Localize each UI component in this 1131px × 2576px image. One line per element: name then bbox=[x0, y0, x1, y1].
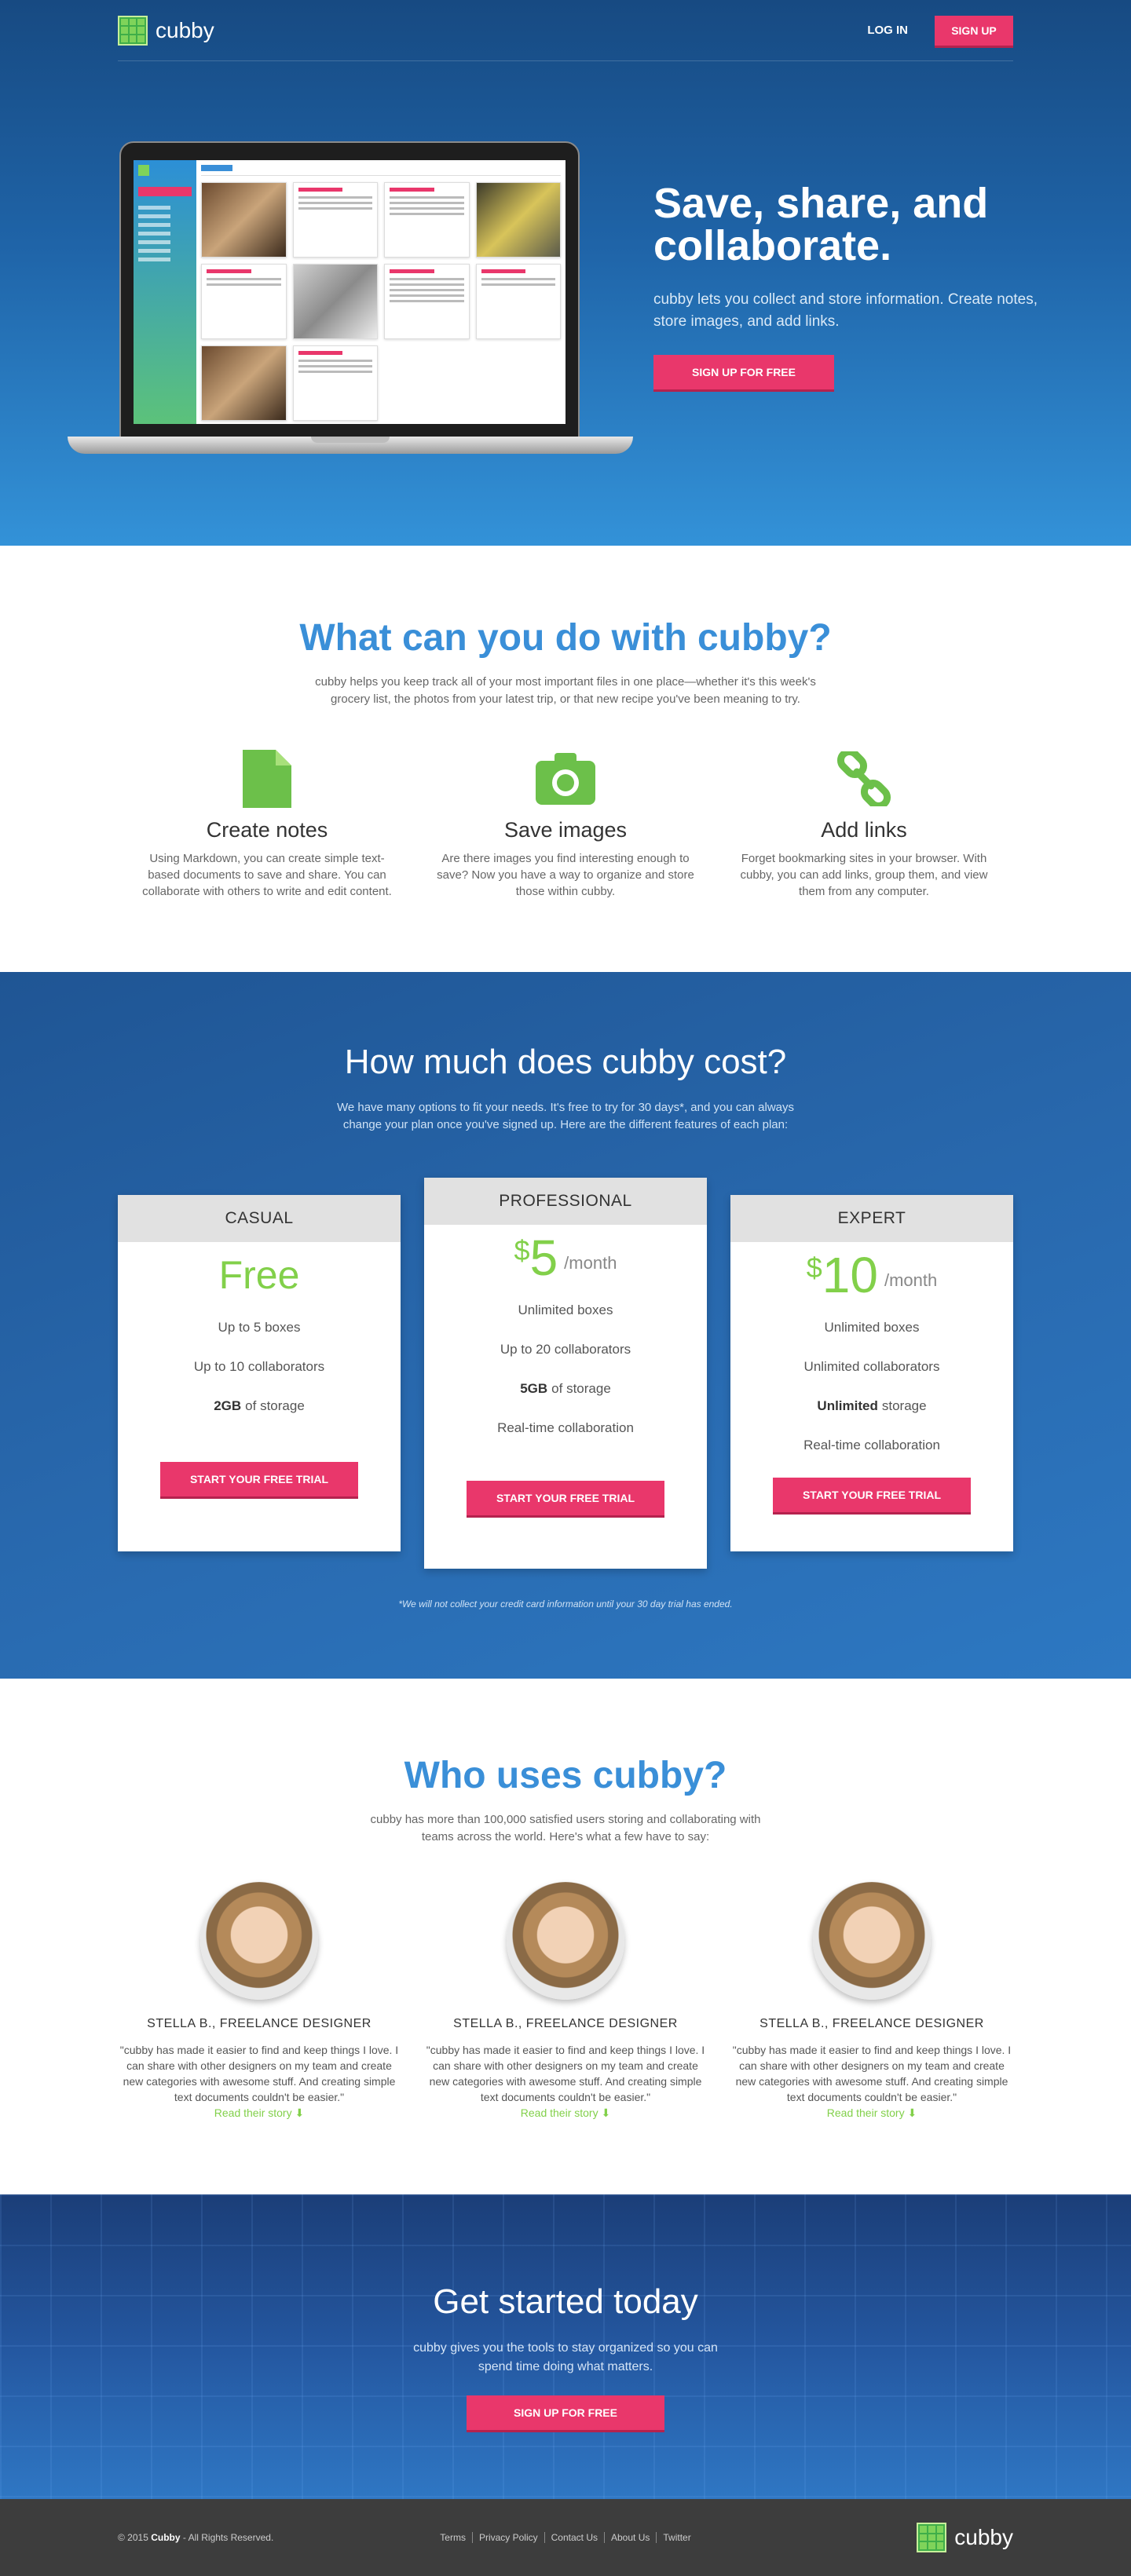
testimonials-subtitle: cubby has more than 100,000 satisfied us… bbox=[370, 1813, 761, 1843]
plan-period: /month bbox=[564, 1253, 617, 1273]
hero-section: cubby LOG IN SIGN UP Save, share, and co… bbox=[0, 0, 1131, 546]
footer-link-twitter[interactable]: Twitter bbox=[657, 2532, 697, 2543]
cubby-grid-icon bbox=[917, 2523, 947, 2552]
login-link[interactable]: LOG IN bbox=[867, 24, 908, 37]
cta-text: cubby gives you the tools to stay organi… bbox=[413, 2341, 718, 2373]
plan-name: CASUAL bbox=[118, 1195, 401, 1242]
plan-period: /month bbox=[884, 1270, 938, 1290]
pricing-subtitle: We have many options to fit your needs. … bbox=[336, 1101, 795, 1131]
footer-logo[interactable]: cubby bbox=[917, 2523, 1013, 2552]
plan-price: 5 bbox=[529, 1230, 558, 1286]
testimonial-quote: "cubby has made it easier to find and ke… bbox=[119, 2044, 399, 2103]
feature-text: Using Markdown, you can create simple te… bbox=[142, 852, 392, 898]
features-title: What can you do with cubby? bbox=[299, 617, 832, 659]
start-trial-button[interactable]: START YOUR FREE TRIAL bbox=[467, 1481, 664, 1515]
copyright: © 2015 Cubby - All Rights Reserved. bbox=[118, 2532, 274, 2543]
read-story-link[interactable]: Read their story ⬇ bbox=[730, 2106, 1013, 2120]
footer-link-privacy[interactable]: Privacy Policy bbox=[473, 2532, 545, 2543]
plan-feature: Real-time collaboration bbox=[803, 1438, 940, 1452]
plan-feature: Up to 20 collaborators bbox=[500, 1342, 631, 1357]
features-section: What can you do with cubby? cubby helps … bbox=[0, 546, 1131, 972]
testimonial-quote: "cubby has made it easier to find and ke… bbox=[732, 2044, 1012, 2103]
feature-title: Save images bbox=[503, 818, 628, 842]
plan-professional: PROFESSIONAL $ 5 /month Unlimited boxes … bbox=[424, 1178, 707, 1569]
plan-feature: Up to 10 collaborators bbox=[193, 1359, 325, 1374]
avatar bbox=[200, 1882, 318, 2000]
plan-feature: of storage bbox=[245, 1398, 305, 1413]
plan-casual: CASUAL Free Up to 5 boxes Up to 10 colla… bbox=[118, 1195, 401, 1551]
avatar bbox=[813, 1882, 931, 2000]
plan-currency: $ bbox=[514, 1234, 530, 1266]
hero-subtitle: cubby lets you collect and store informa… bbox=[653, 291, 1038, 330]
note-icon bbox=[135, 747, 399, 810]
cta-signup-button[interactable]: SIGN UP FOR FREE bbox=[467, 2395, 664, 2430]
plan-feature: storage bbox=[881, 1398, 927, 1413]
features-subtitle: cubby helps you keep track all of your m… bbox=[315, 675, 816, 706]
plan-feature: Real-time collaboration bbox=[497, 1420, 634, 1435]
feature-notes: Create notes Using Markdown, you can cre… bbox=[118, 747, 416, 900]
pricing-disclaimer: *We will not collect your credit card in… bbox=[398, 1599, 733, 1610]
plan-feature: Unlimited boxes bbox=[518, 1303, 613, 1317]
feature-text: Forget bookmarking sites in your browser… bbox=[740, 852, 988, 898]
read-story-link[interactable]: Read their story ⬇ bbox=[424, 2106, 707, 2120]
plan-price: Free bbox=[218, 1253, 300, 1297]
brand-name: cubby bbox=[156, 17, 214, 42]
signup-button[interactable]: SIGN UP bbox=[935, 15, 1013, 46]
testimonial-card: STELLA B., FREELANCE DESIGNER "cubby has… bbox=[424, 1882, 707, 2120]
testimonial-card: STELLA B., FREELANCE DESIGNER "cubby has… bbox=[730, 1882, 1013, 2120]
start-trial-button[interactable]: START YOUR FREE TRIAL bbox=[773, 1478, 971, 1512]
feature-title: Add links bbox=[821, 818, 907, 842]
testimonials-title: Who uses cubby? bbox=[404, 1755, 727, 1796]
plan-feature-strong: 2GB bbox=[214, 1398, 242, 1413]
footer-links: Terms Privacy Policy Contact Us About Us… bbox=[434, 2532, 697, 2543]
footer-link-contact[interactable]: Contact Us bbox=[545, 2532, 605, 2543]
plan-feature: Unlimited boxes bbox=[824, 1320, 920, 1335]
testimonial-card: STELLA B., FREELANCE DESIGNER "cubby has… bbox=[118, 1882, 401, 2120]
feature-links: Add links Forget bookmarking sites in yo… bbox=[715, 747, 1013, 900]
plan-expert: EXPERT $ 10 /month Unlimited boxes Unlim… bbox=[730, 1195, 1013, 1551]
link-icon bbox=[732, 747, 996, 810]
testimonial-quote: "cubby has made it easier to find and ke… bbox=[426, 2044, 705, 2103]
pricing-section: How much does cubby cost? We have many o… bbox=[0, 972, 1131, 1679]
avatar bbox=[507, 1882, 624, 2000]
plan-feature-strong: 5GB bbox=[520, 1381, 548, 1396]
plan-feature-strong: Unlimited bbox=[817, 1398, 878, 1413]
testimonial-name: STELLA B., FREELANCE DESIGNER bbox=[453, 2017, 678, 2030]
app-screenshot bbox=[134, 160, 566, 424]
plan-name: PROFESSIONAL bbox=[424, 1178, 707, 1225]
brand-logo[interactable]: cubby bbox=[118, 15, 214, 46]
start-trial-button[interactable]: START YOUR FREE TRIAL bbox=[160, 1462, 358, 1496]
plan-feature: Unlimited collaborators bbox=[803, 1359, 940, 1374]
laptop-mockup bbox=[68, 141, 633, 471]
plan-feature: Up to 5 boxes bbox=[218, 1320, 301, 1335]
top-nav: cubby LOG IN SIGN UP bbox=[118, 0, 1013, 61]
testimonial-name: STELLA B., FREELANCE DESIGNER bbox=[759, 2017, 984, 2030]
footer-link-terms[interactable]: Terms bbox=[434, 2532, 473, 2543]
read-story-link[interactable]: Read their story ⬇ bbox=[118, 2106, 401, 2120]
feature-images: Save images Are there images you find in… bbox=[416, 747, 715, 900]
feature-title: Create notes bbox=[206, 818, 328, 842]
cta-title: Get started today bbox=[433, 2282, 698, 2321]
cubby-grid-icon bbox=[118, 15, 148, 46]
hero-signup-button[interactable]: SIGN UP FOR FREE bbox=[653, 355, 834, 389]
plan-name: EXPERT bbox=[730, 1195, 1013, 1242]
plan-feature: of storage bbox=[551, 1381, 611, 1396]
feature-text: Are there images you find interesting en… bbox=[437, 852, 694, 898]
footer: © 2015 Cubby - All Rights Reserved. Term… bbox=[0, 2499, 1131, 2576]
testimonial-name: STELLA B., FREELANCE DESIGNER bbox=[147, 2017, 372, 2030]
plan-price: 10 bbox=[822, 1247, 878, 1303]
cta-section: Get started today cubby gives you the to… bbox=[0, 2194, 1131, 2499]
camera-icon bbox=[434, 747, 697, 810]
footer-link-about[interactable]: About Us bbox=[605, 2532, 657, 2543]
hero-title: Save, share, and collaborate. bbox=[653, 180, 989, 269]
testimonials-section: Who uses cubby? cubby has more than 100,… bbox=[0, 1679, 1131, 2194]
plan-currency: $ bbox=[806, 1251, 822, 1284]
pricing-title: How much does cubby cost? bbox=[344, 1043, 787, 1081]
